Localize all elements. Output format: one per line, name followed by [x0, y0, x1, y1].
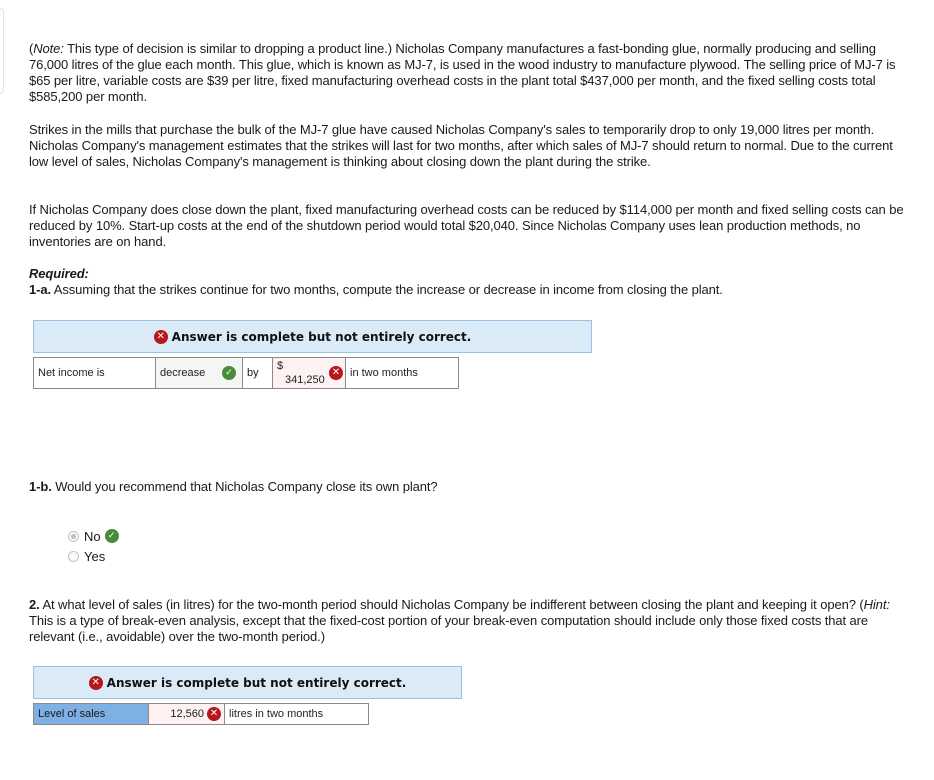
- increase-decrease-dropdown[interactable]: decrease ✓: [156, 358, 243, 388]
- row-label: Level of sales: [34, 704, 149, 724]
- currency-symbol: $: [277, 360, 284, 372]
- answer-row-2: Level of sales 12,560 ✕ litres in two mo…: [33, 703, 369, 725]
- problem-paragraph-1: (Note: This type of decision is similar …: [29, 41, 914, 105]
- question-1b: 1-b. Would you recommend that Nicholas C…: [29, 479, 914, 495]
- incorrect-icon: ✕: [329, 366, 343, 380]
- incorrect-icon: ✕: [88, 675, 103, 690]
- radio-option-no[interactable]: No ✓: [68, 526, 119, 546]
- answer-status-banner: ✕ Answer is complete but not entirely co…: [33, 666, 462, 699]
- radio-label: Yes: [84, 548, 106, 564]
- problem-paragraph-3: If Nicholas Company does close down the …: [29, 202, 904, 249]
- required-label: Required:: [29, 266, 89, 281]
- radio-option-yes[interactable]: Yes: [68, 546, 119, 566]
- question-number: 2.: [29, 597, 40, 612]
- dropdown-value: decrease: [160, 367, 206, 379]
- incorrect-icon: ✕: [207, 707, 221, 721]
- paragraph-1-text: This type of decision is similar to drop…: [29, 41, 896, 104]
- hint-text: This is a type of break-even analysis, e…: [29, 613, 869, 644]
- sales-level-value: 12,560: [170, 708, 204, 720]
- question-text: At what level of sales (in litres) for t…: [39, 597, 864, 612]
- amount-value: 341,250: [285, 374, 325, 386]
- connector-text: by: [243, 358, 273, 388]
- banner-text: Answer is complete but not entirely corr…: [106, 675, 407, 690]
- question-number: 1-b.: [29, 479, 52, 494]
- required-heading: Required:: [29, 266, 914, 282]
- recommendation-radio-group: No ✓ Yes: [68, 526, 119, 566]
- left-edge-frame: [0, 8, 4, 94]
- question-text: Would you recommend that Nicholas Compan…: [51, 479, 438, 494]
- row-suffix: litres in two months: [229, 708, 324, 720]
- correct-icon: ✓: [222, 366, 236, 380]
- answer-row-1a: Net income is decrease ✓ by $ 341,250 ✕ …: [33, 357, 459, 389]
- row-label: Net income is: [34, 358, 156, 388]
- radio-button[interactable]: [68, 530, 79, 542]
- problem-paragraph-2: Strikes in the mills that purchase the b…: [29, 122, 893, 169]
- incorrect-icon: ✕: [153, 329, 168, 344]
- radio-label: No: [84, 528, 101, 544]
- banner-text: Answer is complete but not entirely corr…: [171, 329, 472, 344]
- note-label: Note:: [33, 41, 64, 56]
- question-number: 1-a.: [29, 282, 52, 297]
- question-1a: 1-a. Assuming that the strikes continue …: [29, 282, 914, 298]
- radio-button[interactable]: [68, 550, 79, 562]
- question-text: Assuming that the strikes continue for t…: [51, 282, 723, 297]
- correct-icon: ✓: [104, 529, 119, 543]
- question-2: 2. At what level of sales (in litres) fo…: [29, 597, 914, 645]
- sales-level-input[interactable]: 12,560 ✕: [149, 704, 225, 724]
- hint-label: Hint:: [863, 597, 890, 612]
- row-suffix: in two months: [350, 367, 418, 379]
- amount-input[interactable]: $ 341,250 ✕: [273, 358, 346, 388]
- answer-status-banner: ✕ Answer is complete but not entirely co…: [33, 320, 592, 353]
